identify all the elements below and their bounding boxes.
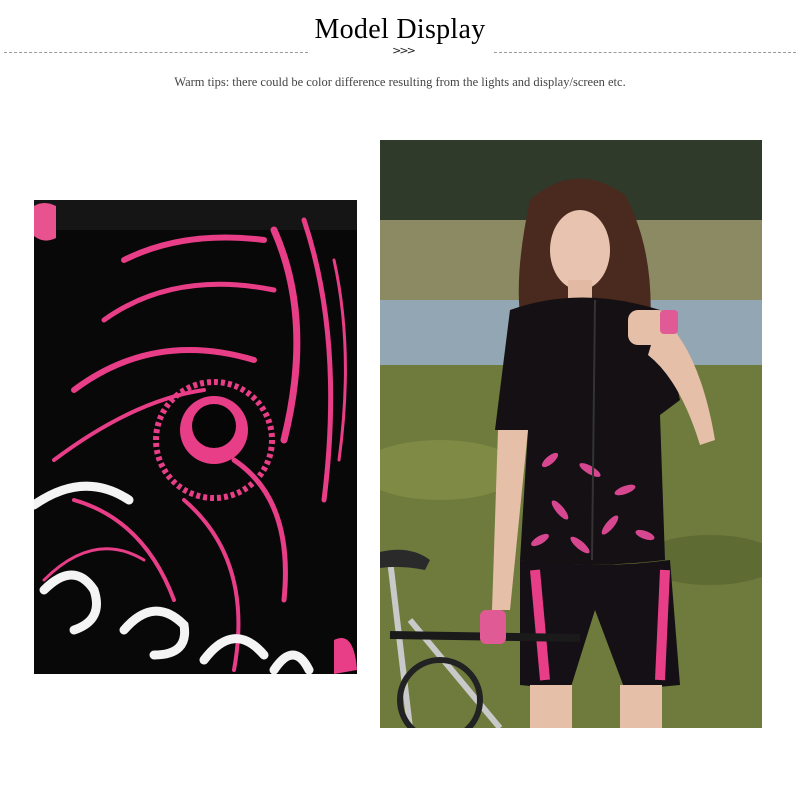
divider-right: [494, 52, 796, 53]
fabric-closeup-graphic: [34, 200, 357, 674]
model-image: [380, 140, 762, 728]
model-graphic: [380, 140, 762, 728]
chevron-right-icon: >>>: [392, 44, 416, 57]
section-title: Model Display: [314, 14, 486, 45]
warm-tips-text: Warm tips: there could be color differen…: [174, 75, 626, 89]
divider-left: [4, 52, 308, 53]
section-header: Model Display >>>: [0, 0, 800, 70]
fabric-closeup-image: [34, 200, 357, 674]
